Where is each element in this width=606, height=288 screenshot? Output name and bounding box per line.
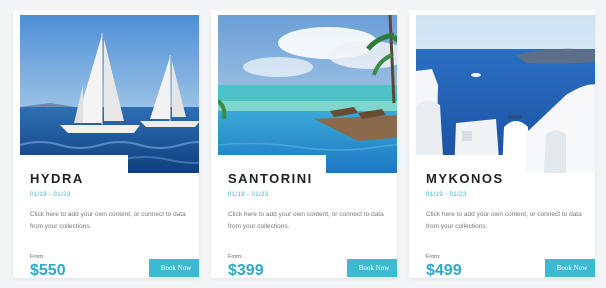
price: $550 — [30, 262, 66, 278]
destination-title: MYKONOS — [426, 171, 504, 186]
book-now-button[interactable]: Book Now — [149, 259, 199, 277]
from-label: From: — [426, 254, 441, 260]
book-now-button[interactable]: Book Now — [545, 259, 595, 277]
destination-description: Click here to add your own content, or c… — [30, 211, 186, 230]
from-label: From: — [228, 254, 243, 260]
destination-card-hydra[interactable]: HYDRA 01/19 - 01/23 Click here to add yo… — [13, 10, 199, 278]
travel-dates: 01/19 - 01/23 — [30, 192, 71, 198]
price: $399 — [228, 262, 264, 278]
destination-title: HYDRA — [30, 171, 84, 186]
destination-description: Click here to add your own content, or c… — [228, 211, 384, 230]
card-image-sailboats[interactable] — [20, 15, 199, 173]
travel-dates: 01/19 - 01/23 — [426, 192, 467, 198]
price: $499 — [426, 262, 462, 278]
destination-description: Click here to add your own content, or c… — [426, 211, 582, 230]
travel-dates: 01/19 - 01/23 — [228, 192, 269, 198]
destination-cards: HYDRA 01/19 - 01/23 Click here to add yo… — [13, 10, 595, 278]
destination-title: SANTORINI — [228, 171, 313, 186]
book-now-button[interactable]: Book Now — [347, 259, 397, 277]
card-image-white-houses[interactable] — [416, 15, 595, 173]
destination-card-mykonos[interactable]: MYKONOS 01/19 - 01/23 Click here to add … — [409, 10, 595, 278]
card-image-infinity-pool[interactable] — [218, 15, 397, 173]
destination-card-santorini[interactable]: SANTORINI 01/19 - 01/23 Click here to ad… — [211, 10, 397, 278]
from-label: From: — [30, 254, 45, 260]
